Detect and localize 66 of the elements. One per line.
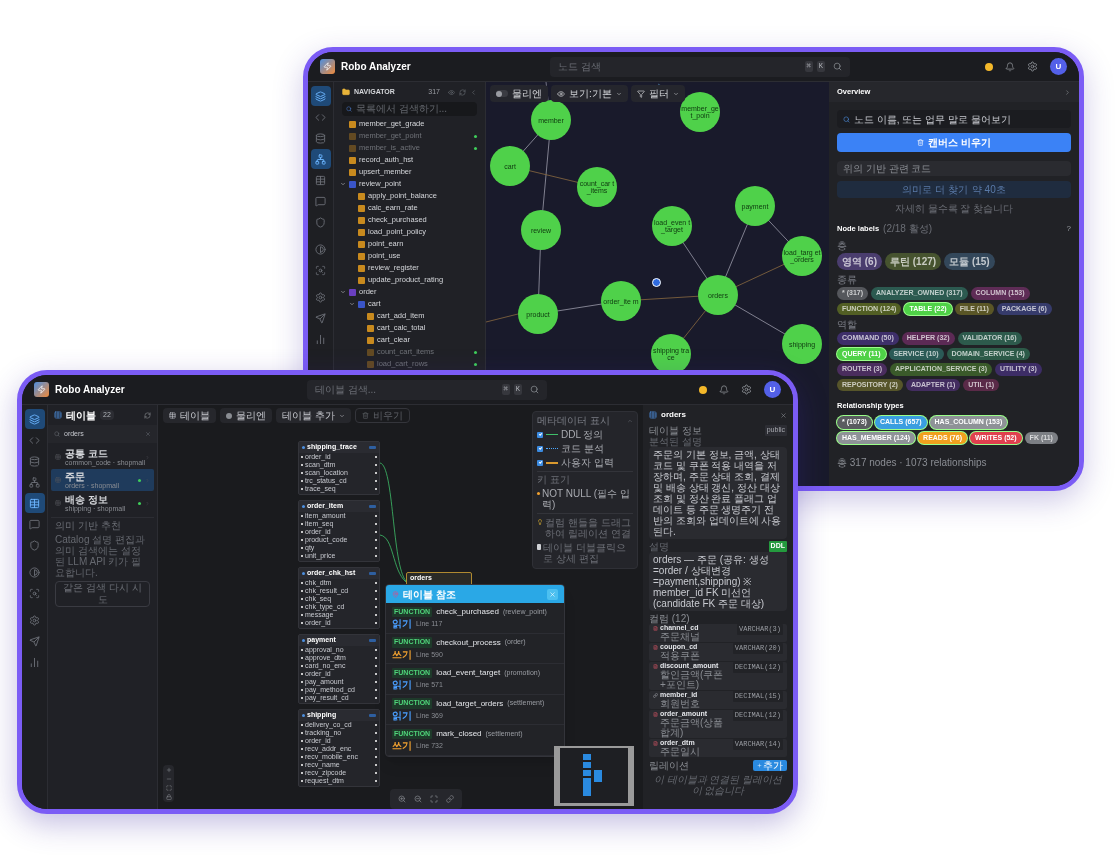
search-placeholder: 노드 검색 [558, 60, 602, 74]
legend-title: 메타데이터 표시 [537, 416, 611, 426]
tip-text: 테이블 더블클릭으로 상세 편집 [543, 542, 627, 564]
section-label: 컬럼 (12) [649, 613, 690, 624]
table-name: 주문 [65, 470, 86, 482]
column-comment: 주문일시 [660, 747, 701, 757]
access-type: 읽기 [392, 710, 412, 721]
column-comment: 주문금액(상품합계) [660, 718, 725, 738]
empty-message: 이 테이블과 연결된 릴레이션이 없습니다 [652, 774, 784, 796]
legend-label: 사용자 입력 [561, 457, 614, 468]
summary-text: 총 317 nodes · 1073 relationships [837, 456, 988, 471]
function-name: load_event_target [436, 667, 501, 679]
app-title: Robo Analyzer [55, 383, 125, 397]
group-label: 층 [837, 241, 848, 251]
help-icon[interactable]: ? [1066, 222, 1071, 235]
column-comment: 주문채널 [660, 632, 701, 642]
function-name: checkout_process [436, 636, 501, 649]
column-comment: 적용쿠폰 [660, 651, 701, 661]
hint-text: 자세히 물수록 잘 찾습니다 [893, 203, 1015, 214]
access-type: 읽기 [392, 680, 412, 691]
access-type: 쓰기 [392, 649, 412, 660]
user-avatar[interactable]: U [1050, 58, 1067, 75]
section-title: 의미 기반 추천 [55, 521, 122, 531]
section-label: 분석된 설명 [649, 436, 703, 447]
legend-subtitle: 키 표기 [537, 475, 571, 485]
function-name: load_target_orders [436, 697, 504, 710]
analysis-text: 주문의 기본 정보, 금액, 상태 코드 및 쿠폰 적용 내역을 저장하며, 주문 상태 조회, 결제 및 배송 상태 갱신, 정산 대상 조회 및 정산 완료 플래그 업데이트 등 주문 생명주기 전반의 조회와 업데이트에 사용된다. [649, 447, 787, 539]
user-avatar[interactable]: U [764, 381, 781, 398]
notice-text: Catalog 설명 편집과 의미 검색에는 설정된 LLM API 키가 필요합니다. [55, 534, 147, 578]
access-type: 쓰기 [392, 741, 412, 752]
ask-field[interactable]: 노드 이름, 또는 업무 말로 물어보기 [837, 110, 1071, 128]
query-field[interactable]: 위의 기반 관련 코드 [837, 161, 1071, 176]
table-name: 공통 코드 [65, 447, 108, 459]
access-type: 읽기 [392, 619, 412, 630]
legend-label: 코드 분석 [561, 443, 604, 454]
toolbar-button[interactable]: 테이블 [163, 408, 216, 423]
filter-dropdown[interactable]: 필터 [630, 85, 685, 102]
legend-label: DDL 정의 [561, 429, 604, 440]
tip-text: 컬럼 핸들을 드래그하여 릴레이션 연결 [545, 517, 632, 539]
legend-label: NOT NULL (필수 입력) [542, 488, 631, 510]
section-label: 릴레이션 [649, 760, 690, 771]
section-label: 설명 [649, 541, 670, 552]
toolbar-button[interactable]: 물리엔 [220, 408, 272, 423]
add-button[interactable]: 추가 [753, 760, 787, 771]
label-chip[interactable]: 영역 (6) [837, 253, 882, 270]
panel-title: 테이블 [66, 408, 96, 423]
toolbar-button[interactable]: 테이블 추가 [276, 408, 351, 423]
description-text: orders — 주문 (공유: 생성=order / 상태변경=payment,shipping) ※ member_id FK 미선언 (candidate FK 주문 대상) [649, 552, 787, 611]
group-label: 역할 [837, 320, 858, 330]
section-label: 테이블 정보 [649, 425, 703, 436]
physics-toggle[interactable]: 물리엔 [490, 85, 548, 102]
column-comment: 회원번호 [660, 699, 701, 709]
popup-title: 테이블 참조 [403, 587, 457, 602]
function-name: check_purchased [436, 606, 499, 618]
detail-title: orders [661, 409, 687, 421]
clear-canvas-button[interactable]: 캔버스 비우기 [837, 133, 1071, 152]
label-chip[interactable]: 모듈 (15) [944, 253, 995, 270]
table-name: 배송 정보 [65, 493, 109, 505]
column-comment: 할인금액(쿠폰+포인트) [660, 670, 725, 690]
group-label: 종류 [837, 275, 858, 285]
function-name: mark_closed [436, 728, 482, 740]
search-placeholder: 테이블 검색... [315, 383, 378, 397]
label-chip[interactable]: 루틴 (127) [885, 253, 942, 270]
app-title: Robo Analyzer [341, 60, 411, 74]
active-count: (2/18 활성) [883, 222, 933, 236]
view-dropdown[interactable]: 보기:기본 [551, 85, 628, 102]
